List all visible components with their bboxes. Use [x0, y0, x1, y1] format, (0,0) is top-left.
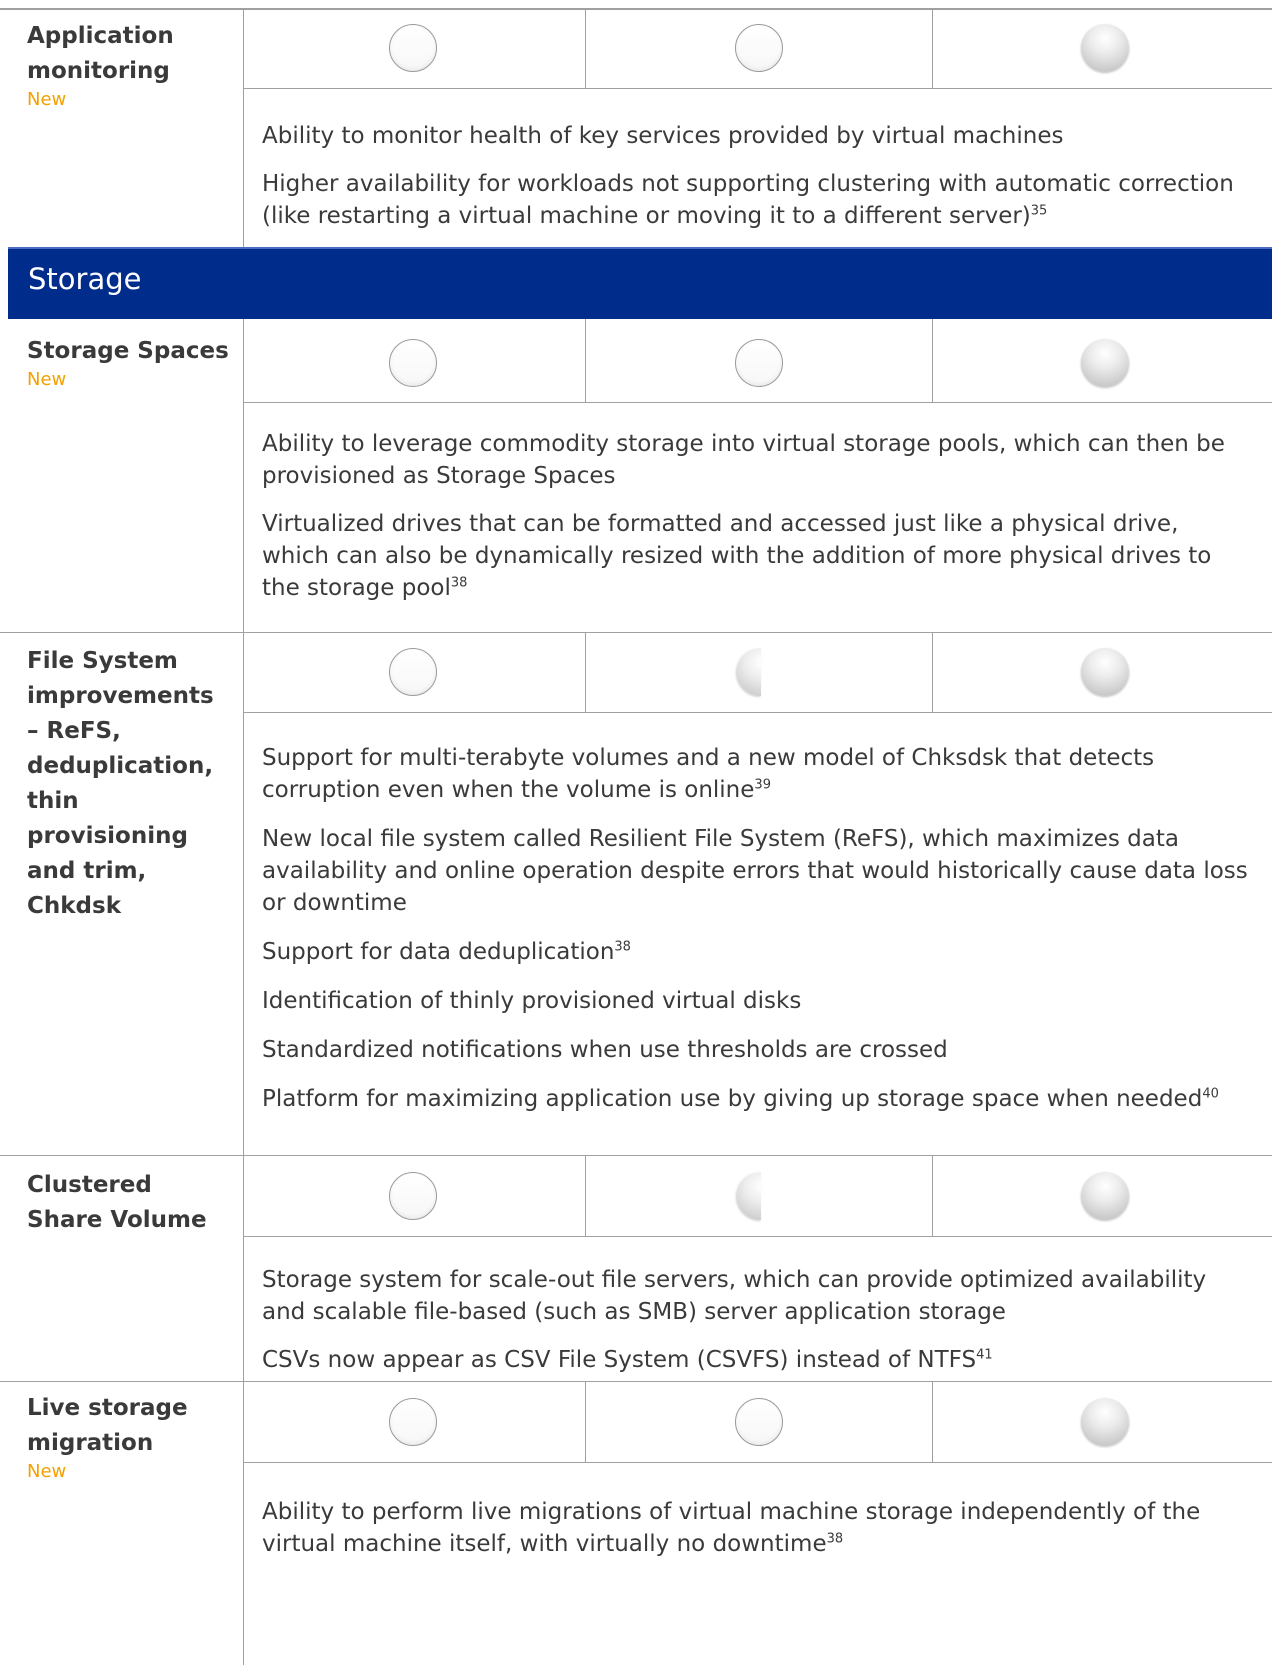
support-level-full-icon: [1081, 1172, 1129, 1220]
description-line: Identification of thinly provisioned vir…: [262, 988, 802, 1014]
column-divider: [585, 319, 586, 402]
support-level-full-icon: [1081, 339, 1129, 387]
description-line: Ability to perform live migrations of vi…: [262, 1499, 1201, 1557]
feature-title: Live storage migration: [27, 1395, 188, 1456]
feature-title: Application monitoring: [27, 23, 174, 84]
description-line: Higher availability for workloads not su…: [262, 171, 1234, 229]
row-divider: [0, 1155, 1272, 1156]
support-level-empty-icon: [389, 339, 437, 387]
description-line: Platform for maximizing application use …: [262, 1086, 1219, 1112]
footnote-ref: 38: [826, 1531, 844, 1547]
support-level-empty-icon: [389, 648, 437, 696]
table-top-border: [0, 8, 1272, 10]
row-label-live-storage-migration: Live storage migration New: [27, 1391, 232, 1483]
section-banner-storage: Storage: [8, 247, 1272, 319]
new-badge: New: [27, 369, 67, 390]
description-line: Standardized notifications when use thre…: [262, 1037, 948, 1063]
label-column-divider: [243, 319, 244, 1665]
column-divider: [932, 1156, 933, 1236]
support-level-full-icon: [1081, 24, 1129, 72]
feature-description: Ability to perform live migrations of vi…: [262, 1462, 1252, 1560]
feature-description: Support for multi-terabyte volumes and a…: [262, 712, 1252, 1115]
support-level-empty-icon: [389, 1172, 437, 1220]
footnote-ref: 38: [614, 939, 631, 955]
description-line: Ability to monitor health of key service…: [262, 123, 1064, 149]
row-divider: [243, 88, 1272, 89]
support-level-empty-icon: [389, 1398, 437, 1446]
description-line: CSVs now appear as CSV File System (CSVF…: [262, 1347, 993, 1373]
footnote-ref: 40: [1202, 1086, 1219, 1102]
feature-description: Storage system for scale-out file server…: [262, 1236, 1252, 1376]
support-level-empty-icon: [735, 1398, 783, 1446]
description-line: Storage system for scale-out file server…: [262, 1267, 1207, 1325]
column-divider: [585, 1156, 586, 1236]
label-column-divider: [243, 8, 244, 247]
row-label-storage-spaces: Storage Spaces New: [27, 334, 232, 391]
support-level-half-icon: [737, 648, 761, 696]
description-line: Support for data deduplication38: [262, 939, 631, 965]
description-line: Virtualized drives that can be formatted…: [262, 511, 1212, 601]
row-divider: [0, 632, 1272, 633]
section-title: Storage: [28, 262, 142, 296]
feature-title: File System improvements – ReFS, dedupli…: [27, 648, 214, 919]
feature-description: Ability to leverage commodity storage in…: [262, 402, 1252, 604]
column-divider: [932, 8, 933, 88]
support-level-empty-icon: [735, 24, 783, 72]
row-label-file-system-improvements: File System improvements – ReFS, dedupli…: [27, 644, 232, 924]
support-level-empty-icon: [735, 339, 783, 387]
footnote-ref: 39: [754, 777, 771, 793]
feature-description: Ability to monitor health of key service…: [262, 120, 1252, 232]
row-label-application-monitoring: Application monitoring New: [27, 19, 232, 111]
description-line: New local file system called Resilient F…: [262, 826, 1248, 916]
column-divider: [932, 319, 933, 402]
column-divider: [585, 633, 586, 712]
support-level-half-icon: [737, 1172, 761, 1220]
description-line: Ability to leverage commodity storage in…: [262, 431, 1225, 489]
feature-title: Storage Spaces: [27, 338, 229, 364]
description-line: Support for multi-terabyte volumes and a…: [262, 745, 1155, 803]
support-level-full-icon: [1081, 648, 1129, 696]
column-divider: [585, 8, 586, 88]
feature-title: Clustered Share Volume: [27, 1172, 207, 1233]
column-divider: [932, 633, 933, 712]
footnote-ref: 38: [450, 575, 468, 591]
row-label-clustered-share-volume: Clustered Share Volume: [27, 1168, 232, 1238]
column-divider: [585, 1382, 586, 1462]
new-badge: New: [27, 1461, 67, 1482]
footnote-ref: 41: [976, 1347, 993, 1363]
new-badge: New: [27, 89, 67, 110]
support-level-full-icon: [1081, 1398, 1129, 1446]
column-divider: [932, 1382, 933, 1462]
support-level-empty-icon: [389, 24, 437, 72]
row-divider: [0, 1381, 1272, 1382]
footnote-ref: 35: [1030, 203, 1048, 219]
